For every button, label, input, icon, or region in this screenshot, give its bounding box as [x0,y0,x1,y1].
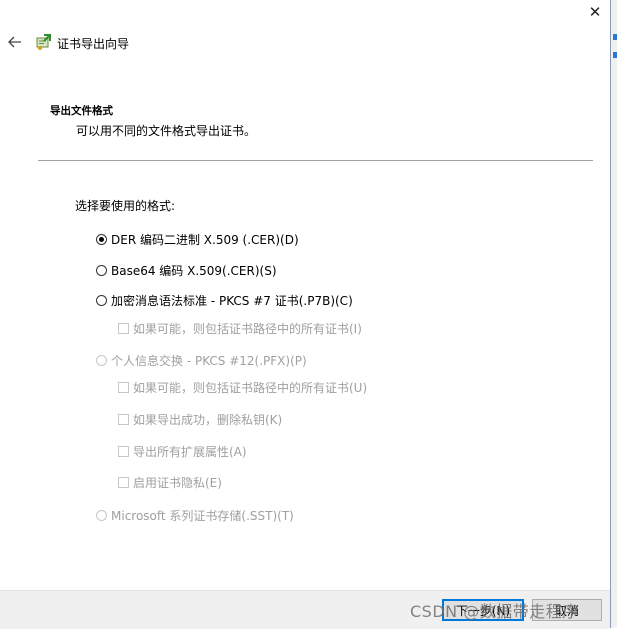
radio-pkcs7-label: 加密消息语法标准 - PKCS #7 证书(.P7B)(C) [111,294,353,308]
radio-sst-option: Microsoft 系列证书存储(.SST)(T) [96,507,294,524]
checkbox-include-certs-pkcs7: 如果可能，则包括证书路径中的所有证书(I) [118,320,362,337]
checkbox-include-certs-pkcs7-label: 如果可能，则包括证书路径中的所有证书(I) [133,322,362,336]
format-prompt: 选择要使用的格式: [75,199,176,213]
checkbox-delete-private-key-label: 如果导出成功，删除私钥(K) [133,413,283,427]
radio-selected-icon[interactable] [96,234,107,245]
close-button[interactable]: ✕ [580,0,610,24]
header-divider [38,160,593,161]
background-window-edge [610,0,617,628]
radio-icon[interactable] [96,295,107,306]
radio-icon[interactable] [96,265,107,276]
checkbox-export-extended-props-label: 导出所有扩展属性(A) [133,445,247,459]
radio-icon [96,355,107,366]
checkbox-icon [118,446,129,457]
checkbox-enable-cert-privacy-label: 启用证书隐私(E) [133,476,222,490]
checkbox-include-certs-pfx-label: 如果可能，则包括证书路径中的所有证书(U) [133,381,368,395]
checkbox-icon [118,414,129,425]
radio-der-label: DER 编码二进制 X.509 (.CER)(D) [111,233,299,247]
export-wizard-window: ✕ 证书导出向导 导出文件格式 可以用不同的文件格式导出证书。 选择要使用的格式… [0,0,612,629]
radio-der-option[interactable]: DER 编码二进制 X.509 (.CER)(D) [96,231,299,248]
checkbox-icon [118,477,129,488]
section-description: 可以用不同的文件格式导出证书。 [76,124,257,138]
checkbox-export-extended-props: 导出所有扩展属性(A) [118,443,247,460]
window-title: 证书导出向导 [57,37,130,51]
radio-icon [96,510,107,521]
radio-base64-option[interactable]: Base64 编码 X.509(.CER)(S) [96,262,277,279]
section-heading: 导出文件格式 [50,105,113,117]
checkbox-delete-private-key: 如果导出成功，删除私钥(K) [118,411,282,428]
checkbox-enable-cert-privacy: 启用证书隐私(E) [118,474,222,491]
certificate-wizard-icon [35,33,53,51]
checkbox-icon [118,323,129,334]
radio-sst-label: Microsoft 系列证书存储(.SST)(T) [111,509,294,523]
back-arrow-icon[interactable] [5,32,25,52]
checkbox-icon [118,382,129,393]
checkbox-include-certs-pfx: 如果可能，则包括证书路径中的所有证书(U) [118,379,367,396]
radio-pkcs7-option[interactable]: 加密消息语法标准 - PKCS #7 证书(.P7B)(C) [96,292,353,309]
radio-base64-label: Base64 编码 X.509(.CER)(S) [111,264,277,278]
csdn-watermark: CSDN @数据带走程序 [410,602,579,621]
radio-pfx-option: 个人信息交换 - PKCS #12(.PFX)(P) [96,352,307,369]
radio-pfx-label: 个人信息交换 - PKCS #12(.PFX)(P) [111,354,307,368]
edge-marker [613,34,617,40]
edge-marker [613,52,617,58]
